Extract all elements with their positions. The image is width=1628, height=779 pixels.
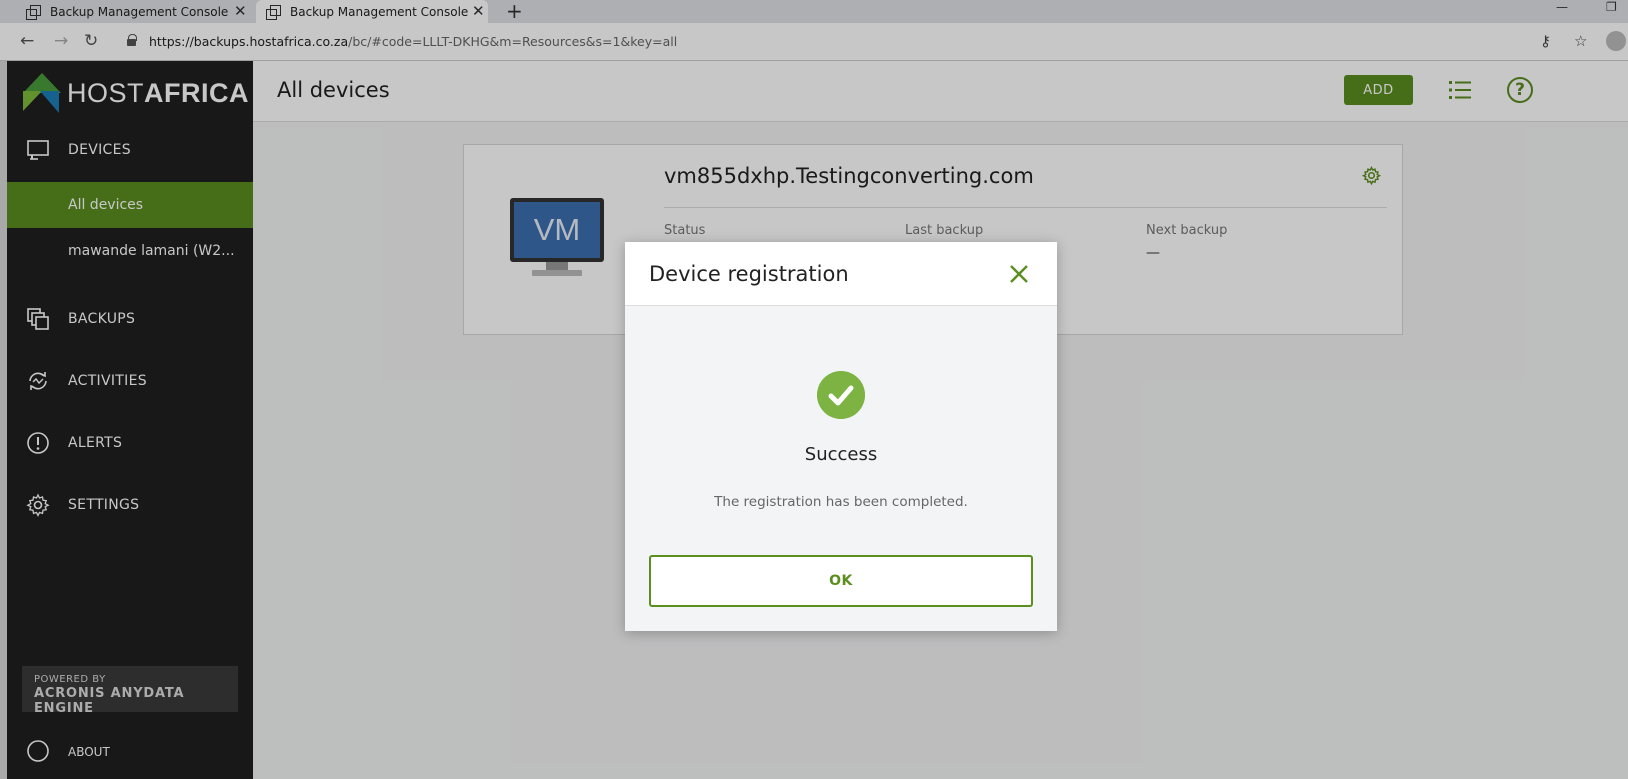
browser-tab-2[interactable]: Backup Management Console ✕ xyxy=(256,0,488,23)
engine-name: ACRONIS ANYDATA ENGINE xyxy=(34,686,185,716)
star-icon[interactable]: ☆ xyxy=(1574,32,1587,50)
logo[interactable]: HOSTAFRICA xyxy=(23,73,249,113)
card-divider xyxy=(664,207,1387,208)
sidebar-item-label: All devices xyxy=(68,197,144,213)
forward-icon[interactable]: → xyxy=(54,31,68,51)
success-message: The registration has been completed. xyxy=(714,494,968,510)
help-icon[interactable]: ? xyxy=(1507,77,1533,103)
sidebar-item-label: ABOUT xyxy=(68,745,110,759)
device-settings-gear-icon[interactable] xyxy=(1362,166,1381,185)
browser-tab-1[interactable]: Backup Management Console ✕ xyxy=(26,0,247,23)
sidebar-item-device-group[interactable]: mawande lamani (W2... xyxy=(7,228,263,274)
vm-monitor-icon: VM xyxy=(510,198,604,278)
lock-icon xyxy=(127,34,137,46)
monitor-icon xyxy=(27,140,49,160)
sidebar-item-all-devices[interactable]: All devices xyxy=(7,182,263,228)
sidebar-item-settings[interactable]: SETTINGS xyxy=(7,485,263,525)
close-tab-icon[interactable]: ✕ xyxy=(472,2,485,20)
sidebar-item-label: BACKUPS xyxy=(68,311,136,327)
key-icon[interactable]: ⚷ xyxy=(1540,32,1551,50)
sidebar-item-label: mawande lamani (W2... xyxy=(68,243,235,259)
powered-by-label: POWERED BY xyxy=(34,674,106,685)
success-check-icon xyxy=(817,371,865,419)
url-input[interactable]: https://backups.hostafrica.co.za/bc/#cod… xyxy=(149,34,677,49)
add-button[interactable]: ADD xyxy=(1344,75,1413,105)
dialog-title: Device registration xyxy=(649,262,849,286)
address-bar: ← → ↻ https://backups.hostafrica.co.za/b… xyxy=(0,23,1628,61)
device-registration-dialog: Device registration Success The registra… xyxy=(625,242,1057,631)
logo-text-host: HOST xyxy=(67,77,145,108)
window-edge xyxy=(0,61,7,779)
browser-tab-title: Backup Management Console xyxy=(50,4,229,19)
last-backup-label: Last backup xyxy=(905,223,984,238)
sidebar-item-alerts[interactable]: ALERTS xyxy=(7,423,263,463)
status-label: Status xyxy=(664,223,706,238)
logo-text: HOSTAFRICA xyxy=(67,78,249,109)
info-icon xyxy=(27,740,49,762)
browser-tab-title: Backup Management Console xyxy=(290,4,469,19)
dialog-header: Device registration xyxy=(625,242,1057,306)
profile-avatar-icon[interactable] xyxy=(1606,31,1626,51)
success-title: Success xyxy=(804,444,878,465)
url-host: https://backups.hostafrica.co.za xyxy=(149,34,349,49)
sidebar-item-activities[interactable]: ACTIVITIES xyxy=(7,361,263,401)
logo-mark-icon xyxy=(23,73,61,113)
back-icon[interactable]: ← xyxy=(20,31,34,51)
alert-icon xyxy=(27,432,49,454)
url-path: /bc/#code=LLLT-DKHG&m=Resources&s=1&key=… xyxy=(348,34,678,49)
restore-icon[interactable]: ❐ xyxy=(1606,0,1617,14)
ok-button[interactable]: OK xyxy=(649,555,1033,607)
logo-text-africa: AFRICA xyxy=(144,77,250,108)
sidebar-item-label: ACTIVITIES xyxy=(68,373,147,389)
reload-icon[interactable]: ↻ xyxy=(84,31,98,51)
top-bar: All devices ADD ? xyxy=(253,61,1628,122)
close-icon[interactable] xyxy=(1008,263,1030,285)
sidebar: HOSTAFRICA DEVICES All devices mawande l… xyxy=(7,61,263,779)
window-icon xyxy=(26,4,41,20)
backups-icon xyxy=(27,308,49,330)
activities-icon xyxy=(29,372,47,390)
powered-by-badge: POWERED BY ACRONIS ANYDATA ENGINE xyxy=(22,666,238,716)
next-backup-value: — xyxy=(1146,245,1160,261)
gear-icon xyxy=(26,493,50,517)
list-view-icon[interactable] xyxy=(1449,80,1471,100)
vm-label: VM xyxy=(514,202,600,258)
new-tab-button[interactable]: + xyxy=(506,0,523,22)
sidebar-item-devices[interactable]: DEVICES xyxy=(7,130,263,170)
sidebar-item-label: DEVICES xyxy=(68,142,131,158)
sidebar-item-backups[interactable]: BACKUPS xyxy=(7,299,263,339)
sidebar-item-label: ALERTS xyxy=(68,435,123,451)
page-title: All devices xyxy=(277,78,390,102)
minimize-icon[interactable]: — xyxy=(1556,0,1568,14)
sidebar-item-about[interactable]: ABOUT xyxy=(26,739,110,766)
device-name: vm855dxhp.Testingconverting.com xyxy=(664,164,1034,188)
window-icon xyxy=(266,4,281,20)
close-tab-icon[interactable]: ✕ xyxy=(234,2,247,20)
browser-tab-bar: Backup Management Console ✕ Backup Manag… xyxy=(0,0,1628,23)
next-backup-label: Next backup xyxy=(1146,223,1228,238)
sidebar-item-label: SETTINGS xyxy=(68,497,140,513)
